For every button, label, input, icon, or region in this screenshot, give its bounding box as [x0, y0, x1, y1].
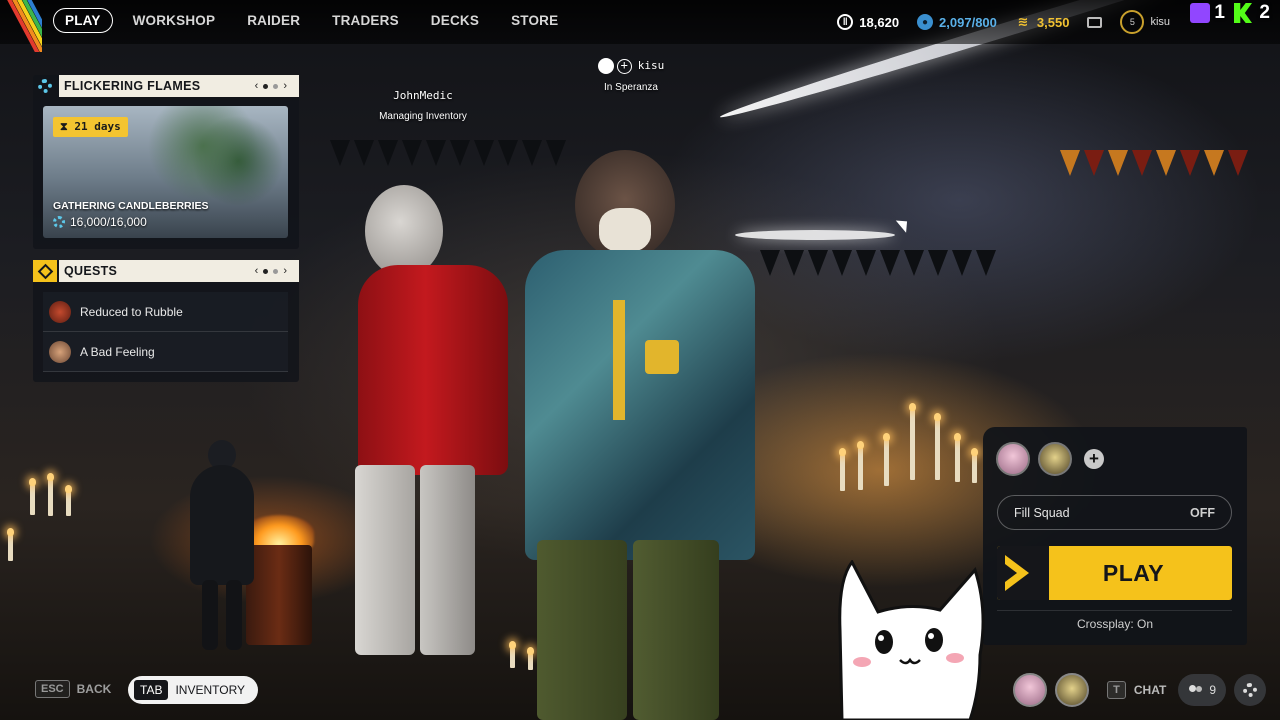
crown-icon: [597, 58, 614, 74]
play-chevron-icon: [997, 546, 1049, 600]
nav-workshop[interactable]: WORKSHOP: [133, 13, 216, 28]
esc-key: ESC: [35, 680, 70, 698]
divider: [997, 610, 1232, 611]
bunting-flags: [330, 140, 566, 166]
barrel: [246, 545, 312, 645]
light-ring: [735, 230, 895, 240]
top-navigation-bar: PLAY WORKSHOP RAIDER TRADERS DECKS STORE…: [0, 0, 1280, 52]
player-name: JohnMedic: [393, 89, 453, 102]
quest-item[interactable]: Reduced to Rubble: [43, 292, 288, 332]
quest-giver-avatar: [49, 340, 71, 363]
quests-panel-header: QUESTS ‹ ›: [33, 260, 299, 282]
play-button-label: PLAY: [1102, 559, 1165, 586]
squad-members: +: [996, 442, 1104, 476]
chevron-right-icon[interactable]: ›: [283, 265, 287, 277]
event-title: FLICKERING FLAMES: [64, 79, 201, 93]
crossplay-status[interactable]: Crossplay: On: [983, 617, 1247, 631]
main-nav: PLAY WORKSHOP RAIDER TRADERS DECKS STORE: [53, 8, 590, 33]
quest-label: A Bad Feeling: [80, 344, 155, 359]
kick-icon: [1234, 3, 1252, 23]
quest-diamond-icon: [33, 260, 57, 282]
squad-member-avatar[interactable]: [996, 442, 1030, 476]
tab-key: TAB: [134, 680, 169, 700]
coins-amount: 3,550: [1036, 14, 1070, 30]
gear-icon: [53, 216, 65, 228]
party-member-avatar[interactable]: [1055, 673, 1090, 707]
fill-squad-toggle[interactable]: Fill Squad OFF: [997, 495, 1232, 530]
player-username[interactable]: kisu: [1150, 16, 1170, 28]
settings-button[interactable]: [1234, 674, 1266, 706]
chevron-left-icon[interactable]: ‹: [255, 265, 259, 277]
player-status: Managing Inventory: [379, 111, 467, 122]
event-days-badge: ⧗ 21 days: [53, 117, 128, 137]
credits-amount: 18,620: [859, 14, 900, 30]
friends-button[interactable]: 9: [1178, 674, 1226, 706]
player-level-badge[interactable]: 5: [1120, 10, 1145, 34]
back-label: BACK: [76, 682, 112, 696]
coins-icon: ≋: [1017, 14, 1029, 29]
event-gear-icon: [33, 75, 57, 97]
chevron-right-icon[interactable]: ›: [283, 80, 287, 92]
raider-tokens-amount: 2,097/800: [939, 14, 997, 30]
add-friend-icon[interactable]: +: [616, 58, 632, 74]
quests-title: QUESTS: [64, 264, 118, 278]
player-tag-johnmedic: JohnMedic Managing Inventory: [363, 89, 483, 122]
credits-icon: ‖: [837, 14, 854, 30]
fill-squad-label: Fill Squad: [1014, 505, 1070, 520]
chat-button[interactable]: CHAT: [1134, 683, 1166, 697]
nav-decks[interactable]: DECKS: [431, 13, 479, 28]
quest-label: Reduced to Rubble: [80, 304, 183, 319]
chat-key: T: [1107, 681, 1126, 699]
chevron-left-icon[interactable]: ‹: [255, 80, 259, 92]
nav-raider[interactable]: RAIDER: [247, 13, 300, 28]
squad-panel: + Fill Squad OFF PLAY Crossplay: On: [983, 427, 1247, 645]
event-panel-header: FLICKERING FLAMES ‹ ›: [38, 75, 299, 97]
gear-icon: [1243, 683, 1257, 697]
player-tag-kisu: + kisu In Speranza: [586, 58, 676, 93]
play-button[interactable]: PLAY: [997, 546, 1232, 600]
event-name: GATHERING CANDLEBERRIES: [53, 200, 209, 212]
nav-play[interactable]: PLAY: [53, 8, 113, 33]
inventory-button[interactable]: TAB INVENTORY: [128, 676, 258, 704]
squad-member-avatar[interactable]: [1038, 442, 1072, 476]
raider-token-icon: ●: [917, 14, 934, 30]
event-panel: FLICKERING FLAMES ‹ › ⧗ 21 days GATHERIN…: [33, 75, 299, 249]
friends-count: 9: [1209, 683, 1216, 697]
event-pager: ‹ ›: [255, 80, 287, 92]
inventory-label: INVENTORY: [175, 683, 246, 697]
party-member-avatar[interactable]: [1013, 673, 1048, 707]
twitch-icon: [1190, 3, 1210, 23]
coins-currency[interactable]: ≋ 3,550: [1015, 14, 1070, 30]
quest-giver-avatar: [49, 300, 71, 323]
bottom-right-controls: T CHAT 9: [1013, 672, 1280, 708]
add-squad-member-button[interactable]: +: [1084, 449, 1104, 469]
nav-store[interactable]: STORE: [511, 13, 558, 28]
mail-icon[interactable]: [1087, 16, 1103, 28]
fill-squad-value: OFF: [1190, 505, 1215, 520]
bunting-flags-right: [760, 250, 996, 276]
bunting-flags-orange: [1060, 150, 1248, 176]
credits-currency[interactable]: ‖ 18,620: [837, 14, 899, 30]
quests-panel: QUESTS ‹ › Reduced to Rubble A Bad Feeli…: [33, 260, 299, 382]
event-card[interactable]: ⧗ 21 days GATHERING CANDLEBERRIES 16,000…: [43, 106, 288, 238]
quest-item[interactable]: A Bad Feeling: [43, 332, 288, 372]
friends-icon: [1188, 684, 1204, 696]
currency-bar: ‖ 18,620 ● 2,097/800 ≋ 3,550 5 kisu: [837, 0, 1180, 44]
rainbow-stripes-logo: [0, 0, 42, 52]
player-name: kisu: [637, 59, 665, 72]
twitch-count: 1: [1214, 2, 1225, 23]
player-status: In Speranza: [604, 82, 658, 93]
kick-count: 2: [1259, 2, 1270, 23]
event-progress: 16,000/16,000: [53, 215, 147, 229]
raider-tokens-currency[interactable]: ● 2,097/800: [917, 14, 997, 30]
cat-mascot-overlay: [838, 560, 985, 720]
nav-traders[interactable]: TRADERS: [332, 13, 399, 28]
quests-pager: ‹ ›: [255, 265, 287, 277]
back-hint[interactable]: ESC BACK: [35, 680, 111, 698]
